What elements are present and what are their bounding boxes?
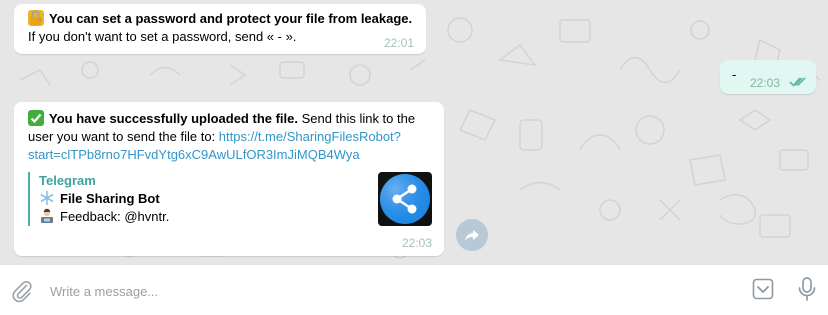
message-bold-text: You can set a password and protect your …	[49, 11, 413, 26]
share-link-part1[interactable]: https://t.me/SharingFilesRobot?	[219, 129, 401, 144]
preview-title: File Sharing Bot	[60, 191, 160, 206]
check-mark-button-icon	[28, 110, 44, 126]
message-bubble-password-prompt[interactable]: You can set a password and protect your …	[14, 4, 426, 54]
message-bold-text: You have successfully uploaded the file.	[49, 111, 298, 126]
share-icon	[380, 174, 430, 224]
message-first-line: You have successfully uploaded the file.…	[28, 110, 415, 128]
forward-icon	[465, 230, 479, 241]
double-check-icon	[789, 77, 806, 87]
message-text: If you don't want to set a password, sen…	[28, 29, 297, 44]
snowflake-icon	[39, 190, 55, 206]
message-time: 22:03	[750, 76, 781, 90]
attach-button[interactable]	[10, 279, 34, 306]
forward-button[interactable]	[456, 219, 488, 251]
message-first-line: You can set a password and protect your …	[28, 10, 412, 28]
message-time: 22:03	[402, 236, 433, 250]
preview-image	[378, 172, 432, 226]
preview-description-row: Feedback: @hvntr.	[39, 208, 169, 226]
link-preview[interactable]: Telegram File Sharing Bot Feedback: @hvn…	[28, 172, 434, 226]
locked-with-key-icon	[28, 10, 44, 26]
message-bubble-outgoing[interactable]: - 22:03	[720, 60, 816, 94]
bot-keyboard-icon	[752, 278, 774, 300]
microphone-icon	[798, 277, 816, 301]
preview-description: Feedback: @hvntr.	[60, 209, 170, 224]
message-text-line1: Send this link to the	[301, 111, 416, 126]
technologist-icon	[39, 208, 55, 224]
preview-title-row: File Sharing Bot	[39, 190, 160, 208]
paperclip-icon	[12, 280, 32, 303]
message-bubble-upload-success[interactable]: You have successfully uploaded the file.…	[14, 102, 444, 256]
message-composer	[0, 264, 828, 315]
message-text-line2-row: user you want to send the file to: https…	[28, 128, 401, 146]
share-link-part2[interactable]: start=clTPb8rno7HFvdYtg6xC9AwULfOR3ImJiM…	[28, 146, 360, 164]
message-text-line2: user you want to send the file to:	[28, 129, 216, 144]
message-time: 22:01	[384, 36, 415, 50]
message-input[interactable]	[48, 277, 732, 305]
preview-site-name: Telegram	[39, 173, 96, 188]
message-text: -	[732, 67, 737, 82]
chat-area[interactable]: You can set a password and protect your …	[0, 0, 828, 264]
microphone-button[interactable]	[795, 276, 819, 305]
bot-keyboard-button[interactable]	[751, 277, 775, 304]
